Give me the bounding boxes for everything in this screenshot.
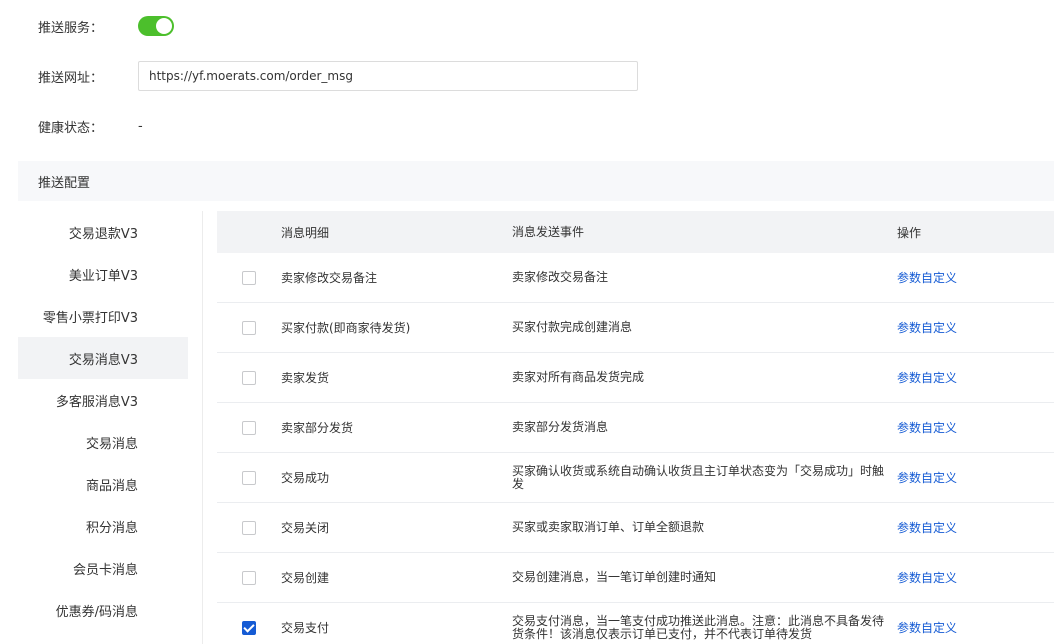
header-event: 消息发送事件 <box>512 224 585 239</box>
sidebar-item[interactable]: 交易退款V3 <box>18 211 188 253</box>
sidebar-item[interactable]: 美业订单V3 <box>18 253 188 295</box>
table-row: 卖家发货 卖家对所有商品发货完成 参数自定义 <box>217 353 1054 403</box>
push-url-input[interactable] <box>138 61 638 91</box>
health-status-row: 健康状态： - <box>38 114 143 138</box>
row-event: 买家或卖家取消订单、订单全额退款 <box>512 520 705 534</box>
row-detail: 卖家修改交易备注 <box>281 271 378 285</box>
table-row: 交易支付 交易支付消息，当一笔支付成功推送此消息。注意：此消息不具备发待货条件！该… <box>217 603 1054 644</box>
sidebar-item[interactable]: 交易消息V3 <box>18 337 188 379</box>
sidebar-item[interactable]: 零售小票打印V3 <box>18 295 188 337</box>
row-detail: 卖家部分发货 <box>281 421 354 435</box>
row-check-cell <box>217 370 281 385</box>
row-check-cell <box>217 420 281 435</box>
row-event: 交易支付消息，当一笔支付成功推送此消息。注意：此消息不具备发待货条件！该消息仅表… <box>512 613 885 641</box>
row-check-cell <box>217 570 281 585</box>
push-service-toggle[interactable] <box>138 16 174 36</box>
row-operation-cell: 参数自定义 <box>897 619 1054 636</box>
customize-params-link[interactable]: 参数自定义 <box>897 371 957 385</box>
row-checkbox[interactable] <box>242 620 256 635</box>
row-detail: 交易成功 <box>281 471 330 485</box>
row-event: 交易创建消息，当一笔订单创建时通知 <box>512 570 717 584</box>
sidebar-divider <box>202 211 203 644</box>
row-check-cell <box>217 620 281 635</box>
customize-params-link[interactable]: 参数自定义 <box>897 521 957 535</box>
customize-params-link[interactable]: 参数自定义 <box>897 421 957 435</box>
push-service-label: 推送服务： <box>38 20 104 36</box>
row-detail: 交易关闭 <box>281 521 330 535</box>
row-checkbox[interactable] <box>242 270 256 285</box>
message-table: 消息明细 消息发送事件 操作 卖家修改交易备注 卖家修改交易备注 参数自定义 买家付款… <box>217 211 1054 644</box>
row-check-cell <box>217 320 281 335</box>
table-row: 买家付款(即商家待发货) 买家付款完成创建消息 参数自定义 <box>217 303 1054 353</box>
table-row: 交易关闭 买家或卖家取消订单、订单全额退款 参数自定义 <box>217 503 1054 553</box>
push-url-label: 推送网址： <box>38 70 104 86</box>
row-detail: 交易创建 <box>281 571 330 585</box>
row-checkbox[interactable] <box>242 320 256 335</box>
table-body: 卖家修改交易备注 卖家修改交易备注 参数自定义 买家付款(即商家待发货) 买家付款完成创… <box>217 253 1054 644</box>
row-operation-cell: 参数自定义 <box>897 569 1054 586</box>
row-check-cell <box>217 470 281 485</box>
row-operation-cell: 参数自定义 <box>897 519 1054 536</box>
sidebar-item[interactable]: 会员卡消息 <box>18 547 188 589</box>
row-operation-cell: 参数自定义 <box>897 419 1054 436</box>
message-category-sidebar: 交易退款V3 美业订单V3 零售小票打印V3 交易消息V3 多客服消息V3 交易消息 商品消… <box>18 211 188 631</box>
push-service-row: 推送服务： <box>38 14 174 38</box>
row-check-cell <box>217 520 281 535</box>
table-row: 交易创建 交易创建消息，当一笔订单创建时通知 参数自定义 <box>217 553 1054 603</box>
row-detail: 卖家发货 <box>281 371 330 385</box>
sidebar-item[interactable]: 积分消息 <box>18 505 188 547</box>
table-row: 交易成功 买家确认收货或系统自动确认收货且主订单状态变为「交易成功」时触发 参数自定… <box>217 453 1054 503</box>
sidebar-item[interactable]: 交易消息 <box>18 421 188 463</box>
sidebar-item[interactable]: 多客服消息V3 <box>18 379 188 421</box>
row-event: 买家确认收货或系统自动确认收货且主订单状态变为「交易成功」时触发 <box>512 463 885 491</box>
row-event: 买家付款完成创建消息 <box>512 320 633 334</box>
push-config-title: 推送配置 <box>38 175 91 191</box>
row-checkbox[interactable] <box>242 570 256 585</box>
customize-params-link[interactable]: 参数自定义 <box>897 621 957 635</box>
table-row: 卖家修改交易备注 卖家修改交易备注 参数自定义 <box>217 253 1054 303</box>
row-checkbox[interactable] <box>242 470 256 485</box>
customize-params-link[interactable]: 参数自定义 <box>897 471 957 485</box>
row-check-cell <box>217 270 281 285</box>
push-url-row: 推送网址： <box>38 61 638 91</box>
sidebar-item[interactable]: 优惠券/码消息 <box>18 589 188 631</box>
header-detail: 消息明细 <box>281 225 330 240</box>
customize-params-link[interactable]: 参数自定义 <box>897 271 957 285</box>
row-detail: 买家付款(即商家待发货) <box>281 321 411 335</box>
row-event: 卖家修改交易备注 <box>512 270 609 284</box>
push-config-header: 推送配置 <box>18 161 1054 201</box>
row-operation-cell: 参数自定义 <box>897 469 1054 486</box>
row-checkbox[interactable] <box>242 420 256 435</box>
row-detail: 交易支付 <box>281 621 330 635</box>
row-operation-cell: 参数自定义 <box>897 319 1054 336</box>
health-status-value: - <box>138 118 143 134</box>
health-status-label: 健康状态： <box>38 120 104 136</box>
row-operation-cell: 参数自定义 <box>897 369 1054 386</box>
table-header: 消息明细 消息发送事件 操作 <box>217 211 1054 253</box>
customize-params-link[interactable]: 参数自定义 <box>897 571 957 585</box>
row-operation-cell: 参数自定义 <box>897 269 1054 286</box>
header-operation: 操作 <box>897 225 922 240</box>
customize-params-link[interactable]: 参数自定义 <box>897 321 957 335</box>
sidebar-item[interactable]: 商品消息 <box>18 463 188 505</box>
table-row: 卖家部分发货 卖家部分发货消息 参数自定义 <box>217 403 1054 453</box>
row-event: 卖家部分发货消息 <box>512 420 609 434</box>
toggle-knob <box>156 18 172 34</box>
row-event: 卖家对所有商品发货完成 <box>512 370 645 384</box>
row-checkbox[interactable] <box>242 520 256 535</box>
row-checkbox[interactable] <box>242 370 256 385</box>
